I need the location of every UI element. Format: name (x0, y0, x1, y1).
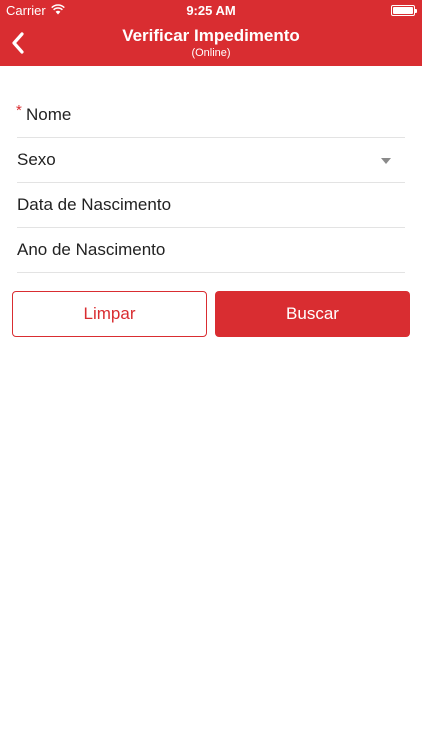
search-form: * Nome Sexo Data de Nascimento Ano de Na… (16, 93, 405, 273)
search-button[interactable]: Buscar (215, 291, 410, 337)
status-time: 9:25 AM (186, 3, 236, 18)
battery-icon (391, 5, 417, 16)
nome-field[interactable]: * Nome (16, 93, 405, 138)
ano-nascimento-label: Ano de Nascimento (17, 240, 166, 259)
action-buttons: Limpar Buscar (12, 291, 410, 337)
clear-button[interactable]: Limpar (12, 291, 207, 337)
required-mark: * (16, 102, 22, 119)
back-button[interactable] (8, 28, 34, 58)
navigation-bar: Carrier 9:25 AM Verificar Impedimento (O… (0, 0, 422, 66)
page-subtitle: (Online) (191, 47, 231, 59)
chevron-left-icon (12, 32, 24, 54)
battery-level (393, 7, 413, 14)
data-nascimento-label: Data de Nascimento (17, 195, 172, 214)
status-bar: Carrier 9:25 AM (0, 0, 422, 22)
nome-label: Nome (26, 105, 72, 124)
ano-nascimento-field[interactable]: Ano de Nascimento (17, 228, 405, 273)
data-nascimento-field[interactable]: Data de Nascimento (17, 183, 405, 228)
page-title: Verificar Impedimento (122, 26, 300, 45)
sexo-label: Sexo (17, 150, 56, 169)
title-block: Verificar Impedimento (Online) (60, 25, 362, 60)
sexo-select[interactable]: Sexo (17, 138, 405, 183)
dropdown-arrow-icon (381, 158, 391, 164)
